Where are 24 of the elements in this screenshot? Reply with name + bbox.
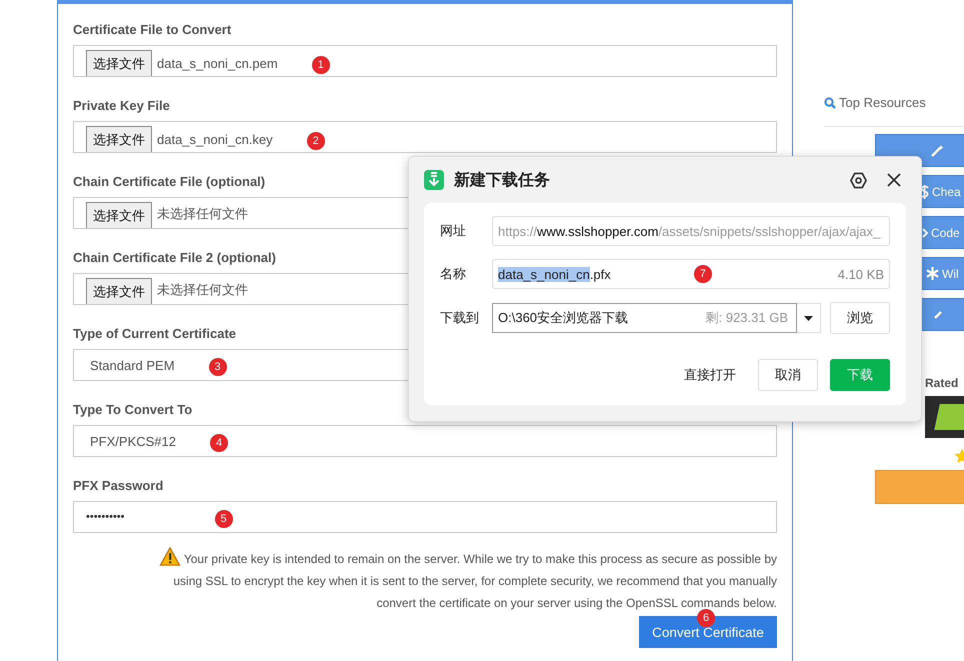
field-label: Type of Current Certificate [73, 325, 236, 343]
file-name: data_s_noni_cn.key [157, 132, 273, 147]
dialog-title: 新建下载任务 [454, 170, 550, 190]
step-marker: 2 [306, 132, 325, 150]
field-label: PFX Password [73, 477, 164, 495]
name-label: 名称 [440, 265, 467, 283]
field-label: Chain Certificate File 2 (optional) [73, 249, 276, 267]
sidebar-heading: Top Resources [824, 95, 926, 110]
step-marker: 6 [697, 609, 715, 627]
file-name: 未选择任何文件 [157, 205, 248, 223]
file-name: data_s_noni_cn.pem [157, 56, 278, 71]
file-name: 未选择任何文件 [157, 281, 248, 299]
step-marker: 7 [694, 265, 712, 283]
field-label: Chain Certificate File (optional) [73, 173, 266, 191]
step-marker: 3 [208, 358, 227, 376]
field-label: Private Key File [73, 97, 170, 115]
url-label: 网址 [440, 222, 467, 240]
save-to-label: 下载到 [440, 309, 480, 327]
field-label: Certificate File to Convert [73, 21, 232, 39]
step-marker: 1 [312, 56, 330, 74]
field-label: Type To Convert To [73, 401, 192, 419]
step-marker: 4 [210, 434, 228, 452]
step-marker: 5 [214, 510, 233, 528]
rated-label: Rated [925, 376, 958, 390]
